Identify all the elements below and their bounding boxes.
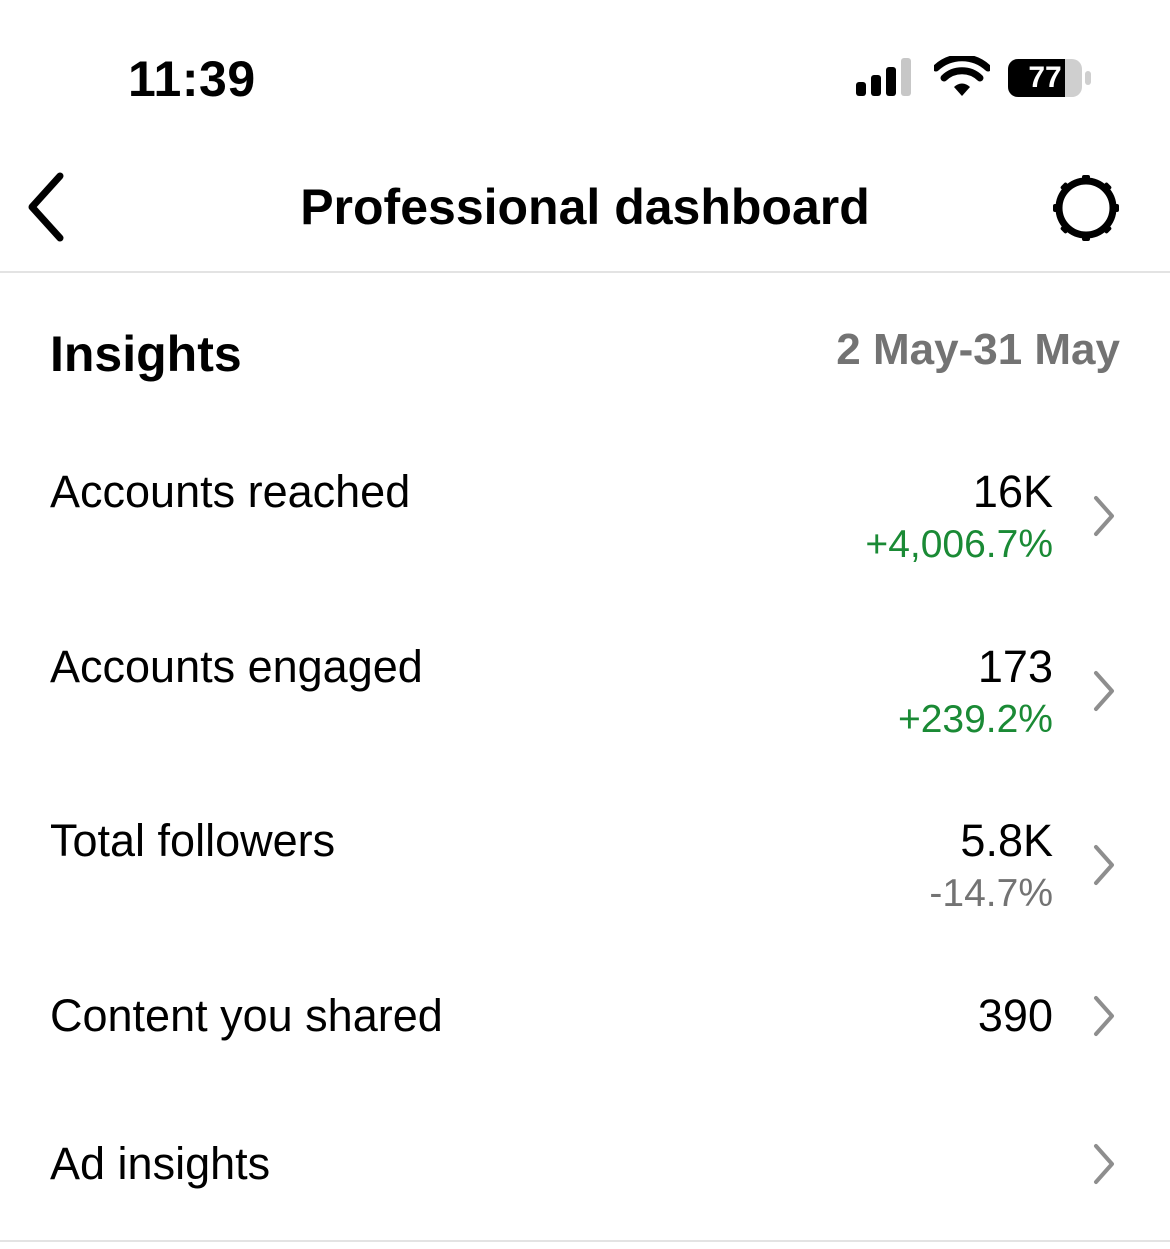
row-change: -14.7% xyxy=(929,872,1053,915)
row-value: 390 xyxy=(977,990,1053,1041)
insight-row-total-followers[interactable]: Total followers 5.8K -14.7% xyxy=(0,815,1170,965)
chevron-right-icon xyxy=(1094,996,1114,1036)
chevron-right-icon xyxy=(1094,671,1114,711)
battery-indicator: 77 xyxy=(1007,58,1093,98)
insight-row-accounts-reached[interactable]: Accounts reached 16K +4,006.7% xyxy=(0,466,1170,616)
wifi-icon xyxy=(934,56,990,96)
row-label: Accounts engaged xyxy=(50,641,423,692)
chevron-right-icon xyxy=(1094,1144,1114,1184)
insight-row-accounts-engaged[interactable]: Accounts engaged 173 +239.2% xyxy=(0,641,1170,791)
page-title: Professional dashboard xyxy=(300,179,870,235)
top-navigation-bar: Professional dashboard xyxy=(0,140,1170,273)
row-label: Ad insights xyxy=(50,1138,271,1189)
professional-dashboard-screen: 11:39 77 Professional dashboard Insights… xyxy=(0,0,1170,1249)
settings-icon xyxy=(1053,175,1119,241)
chevron-right-icon xyxy=(1094,496,1114,536)
row-label: Content you shared xyxy=(50,990,443,1041)
status-time: 11:39 xyxy=(128,51,256,107)
row-value: 16K xyxy=(972,466,1053,517)
row-value: 173 xyxy=(977,641,1053,692)
row-change: +239.2% xyxy=(897,698,1053,741)
row-change: +4,006.7% xyxy=(865,523,1053,566)
section-divider xyxy=(0,1240,1170,1242)
status-bar: 11:39 77 xyxy=(0,0,1170,140)
insight-row-ad-insights[interactable]: Ad insights xyxy=(0,1138,1170,1218)
insight-row-content-you-shared[interactable]: Content you shared 390 xyxy=(0,990,1170,1070)
row-label: Accounts reached xyxy=(50,466,411,517)
chevron-right-icon xyxy=(1094,845,1114,885)
battery-level: 77 xyxy=(1028,61,1062,94)
settings-button[interactable] xyxy=(1049,171,1123,245)
signal-icon xyxy=(856,58,911,96)
date-range-selector[interactable]: 2 May-31 May xyxy=(836,325,1120,375)
row-label: Total followers xyxy=(50,815,336,866)
insights-title: Insights xyxy=(50,326,242,382)
row-value: 5.8K xyxy=(960,815,1053,866)
